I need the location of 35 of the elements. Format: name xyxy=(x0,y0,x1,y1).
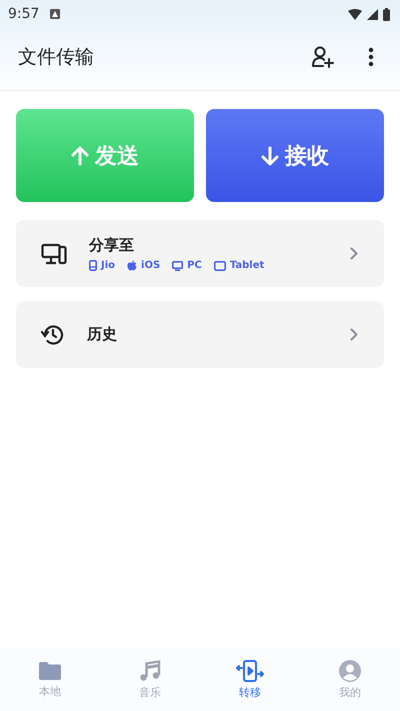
monitor-icon xyxy=(172,260,184,270)
apple-icon xyxy=(127,260,138,271)
arrow-down-icon xyxy=(261,146,279,166)
chevron-right-icon xyxy=(350,247,358,260)
target-label: iOS xyxy=(141,260,160,271)
nav-tab[interactable]: 本地 xyxy=(0,660,100,698)
{{a.kind}}[interactable]: 接收 xyxy=(206,109,384,202)
target-label: Jio xyxy=(101,260,116,271)
app-title: 文件传输 xyxy=(18,45,94,70)
battery-icon xyxy=(383,8,390,20)
profile-icon xyxy=(339,660,361,682)
notification-icon xyxy=(50,9,60,19)
wifi-icon xyxy=(348,8,362,20)
folder-icon xyxy=(38,660,62,680)
target-label: PC xyxy=(187,260,202,271)
phone-icon xyxy=(89,260,97,271)
more-icon[interactable] xyxy=(368,47,374,67)
menu-title: 历史 xyxy=(87,325,117,344)
tablet-icon xyxy=(214,260,226,270)
nav-tab[interactable]: 转移 xyxy=(200,660,300,700)
nav-tab[interactable]: 音乐 xyxy=(100,660,200,700)
devices-icon xyxy=(41,242,67,264)
signal-icon xyxy=(367,8,378,20)
menu-card[interactable]: 分享至 Jio iOS PC Tablet xyxy=(16,220,384,287)
add-person-icon[interactable] xyxy=(310,45,334,69)
chevron-right-icon xyxy=(350,328,358,341)
history-icon xyxy=(41,322,65,346)
arrow-up-icon xyxy=(71,146,89,166)
nav-tab[interactable]: 我的 xyxy=(300,660,400,700)
target-label: Tablet xyxy=(230,260,264,271)
music-note-icon xyxy=(139,660,161,682)
menu-card[interactable]: 历史 xyxy=(16,301,384,368)
menu-title: 分享至 xyxy=(89,236,135,255)
transfer-icon xyxy=(236,660,264,682)
status-time: 9:57 xyxy=(8,6,40,22)
